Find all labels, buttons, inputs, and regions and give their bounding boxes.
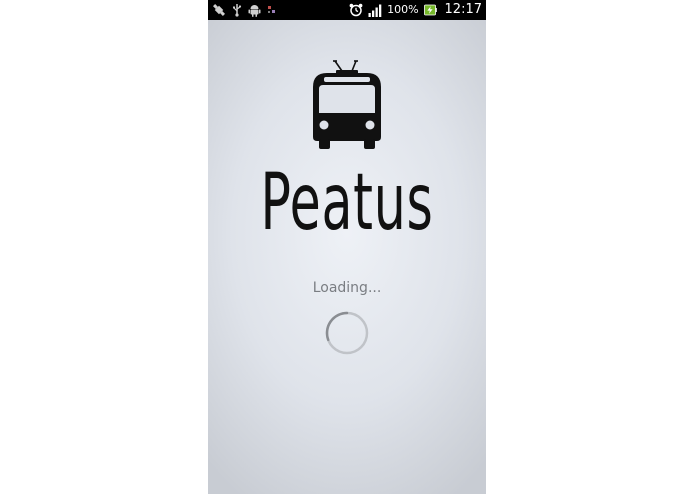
loading-label: Loading...	[312, 280, 382, 296]
signal-icon	[368, 4, 382, 17]
phone-screen: 100% 12:17 Peatus Loading...	[208, 0, 486, 494]
usb-icon	[232, 3, 242, 17]
status-bar: 100% 12:17	[208, 0, 486, 20]
trolleybus-icon	[313, 60, 381, 149]
battery-percent: 100%	[387, 3, 419, 16]
status-bar-system: 100% 12:17	[349, 2, 482, 18]
status-bar-notifications	[212, 2, 277, 18]
app-title: Peatus	[260, 158, 434, 248]
status-clock: 12:17	[444, 2, 482, 17]
alarm-icon	[349, 3, 363, 17]
splash-screen: Peatus Loading...	[208, 20, 486, 494]
satellite-icon	[212, 3, 226, 17]
notification-icon	[267, 3, 277, 17]
battery-charging-icon	[423, 4, 437, 16]
android-debug-icon	[248, 3, 261, 17]
spinner-icon	[325, 311, 369, 355]
